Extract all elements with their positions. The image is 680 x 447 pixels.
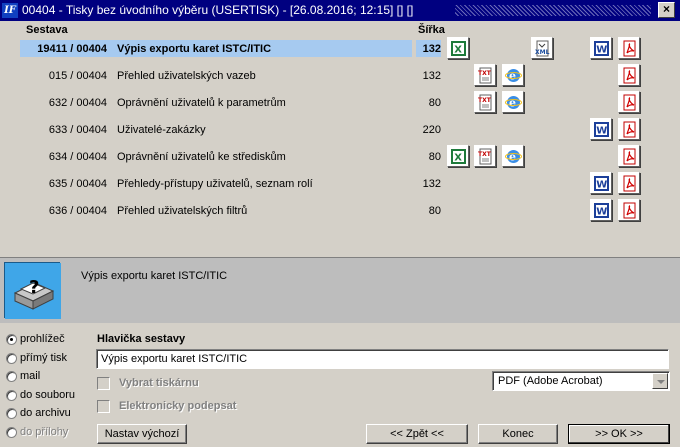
pdf-icon[interactable] (618, 91, 640, 113)
radio-label: mail (20, 370, 41, 382)
set-defaults-button[interactable]: Nastav výchozí (97, 424, 187, 444)
svg-text:TXT: TXT (478, 70, 492, 77)
word-icon[interactable]: W (590, 199, 612, 221)
radio-button[interactable] (6, 352, 17, 364)
chevron-down-icon[interactable] (652, 373, 668, 389)
info-panel: ? Výpis exportu karet ISTC/ITIC (0, 258, 680, 323)
svg-text:TXT: TXT (478, 97, 492, 104)
pdf-icon[interactable] (618, 145, 640, 167)
xml-icon[interactable]: XML (531, 37, 553, 59)
report-name: Oprávnění uživatelů ke střediskům (117, 151, 286, 163)
radio-label: přímý tisk (20, 351, 68, 364)
word-icon[interactable]: W (590, 172, 612, 194)
pdf-icon[interactable] (618, 64, 640, 86)
svg-text:XML: XML (535, 49, 550, 56)
radio-label: do přílohy (20, 425, 69, 438)
column-header-sirka: Šířka (418, 24, 445, 36)
table-row[interactable]: 633 / 00404 Uživatelé-zakázky 220 W (0, 117, 680, 144)
svg-text:W: W (596, 126, 607, 137)
report-list: Sestava Šířka 19411 / 00404 Výpis exportu… (0, 21, 680, 257)
report-width: 80 (428, 205, 441, 217)
report-code: 636 / 00404 (48, 205, 107, 217)
svg-text:e: e (509, 70, 516, 83)
title-bar[interactable]: IF 00404 - Tisky bez úvodního výběru (US… (0, 0, 680, 21)
radio-button[interactable] (6, 334, 17, 345)
ok-button[interactable]: >> OK >> (568, 424, 670, 444)
info-description: Výpis exportu karet ISTC/ITIC (81, 270, 228, 282)
checkbox-box[interactable] (97, 400, 110, 413)
table-row[interactable]: 19411 / 00404 Výpis exportu karet ISTC/IT… (0, 36, 680, 63)
report-code: 634 / 00404 (48, 151, 107, 163)
column-header-sestava: Sestava (26, 24, 68, 36)
svg-text:W: W (596, 45, 607, 56)
title-bar-pattern (455, 5, 651, 16)
pdf-icon[interactable] (618, 37, 640, 59)
report-width: 220 (422, 124, 441, 136)
report-name: Uživatelé-zakázky (117, 124, 206, 136)
back-button[interactable]: << Zpět << (366, 424, 468, 444)
table-row[interactable]: 632 / 00404 Oprávnění uživatelů k paramet… (0, 90, 680, 117)
report-name: Přehled uživatelských vazeb (117, 70, 256, 82)
ie-icon[interactable]: e (502, 145, 524, 167)
table-row[interactable]: 015 / 00404 Přehled uživatelských vazeb 13… (0, 63, 680, 90)
report-code: 633 / 00404 (48, 124, 107, 136)
finish-button[interactable]: Konec (478, 424, 558, 444)
xls-icon[interactable]: X (447, 145, 469, 167)
pdf-icon[interactable] (618, 199, 640, 221)
ie-icon[interactable]: e (502, 64, 524, 86)
checkbox-box[interactable] (97, 377, 110, 390)
txt-icon[interactable]: TXT (474, 145, 496, 167)
select-printer-label: Vybrat tiskárnu (119, 377, 199, 389)
report-name: Přehled uživatelských filtrů (117, 205, 248, 217)
table-row[interactable]: 635 / 00404 Přehledy-přístupy uživatelů, … (0, 171, 680, 198)
format-select[interactable]: PDF (Adobe Acrobat) (492, 371, 670, 391)
svg-text:X: X (454, 153, 462, 164)
report-width: 80 (428, 97, 441, 109)
report-name: Výpis exportu karet ISTC/ITIC (117, 43, 272, 55)
radio-button[interactable] (6, 408, 17, 419)
svg-text:W: W (596, 180, 607, 191)
svg-text:e: e (509, 151, 516, 164)
report-width: 132 (422, 70, 441, 82)
txt-icon[interactable]: TXT (474, 64, 496, 86)
svg-text:X: X (454, 45, 462, 56)
xls-icon[interactable]: X (447, 37, 469, 59)
report-code: 635 / 00404 (48, 178, 107, 190)
pdf-icon[interactable] (618, 172, 640, 194)
close-button[interactable]: × (658, 2, 675, 18)
radio-label: prohlížeč (20, 333, 65, 345)
pdf-icon[interactable] (618, 118, 640, 140)
txt-icon[interactable]: TXT (474, 91, 496, 113)
svg-text:?: ? (29, 277, 39, 298)
report-name: Oprávnění uživatelů k parametrům (117, 97, 286, 109)
radio-button[interactable] (6, 371, 17, 382)
report-width: 132 (422, 43, 441, 55)
table-row[interactable]: 636 / 00404 Přehled uživatelských filtrů 8… (0, 198, 680, 225)
radio-label: do souboru (20, 388, 76, 401)
report-code: 015 / 00404 (48, 70, 107, 82)
window-title: 00404 - Tisky bez úvodního výběru (USERT… (22, 3, 414, 17)
report-code: 19411 / 00404 (37, 43, 107, 55)
report-code: 632 / 00404 (48, 97, 107, 109)
sign-electronic-label: Elektronicky podepsat (119, 400, 237, 412)
radio-button[interactable] (6, 426, 17, 438)
report-name: Přehledy-přístupy uživatelů, seznam rolí (117, 178, 313, 190)
radio-button[interactable] (6, 389, 17, 401)
word-icon[interactable]: W (590, 118, 612, 140)
svg-text:W: W (596, 207, 607, 218)
table-row[interactable]: 634 / 00404 Oprávnění uživatelů ke středi… (0, 144, 680, 171)
report-header-input[interactable] (96, 349, 669, 369)
word-icon[interactable]: W (590, 37, 612, 59)
svg-text:e: e (509, 97, 516, 110)
app-icon[interactable]: IF (2, 3, 18, 18)
ie-icon[interactable]: e (502, 91, 524, 113)
header-section-title: Hlavička sestavy (97, 333, 186, 345)
svg-text:TXT: TXT (478, 151, 492, 158)
report-width: 80 (428, 151, 441, 163)
radio-label: do archivu (20, 407, 71, 419)
printer-help-icon: ? (4, 262, 61, 319)
output-options: prohlížeč přímý tisk mail do souboru do arch… (0, 323, 680, 447)
format-select-value: PDF (Adobe Acrobat) (498, 375, 603, 387)
report-width: 132 (422, 178, 441, 190)
